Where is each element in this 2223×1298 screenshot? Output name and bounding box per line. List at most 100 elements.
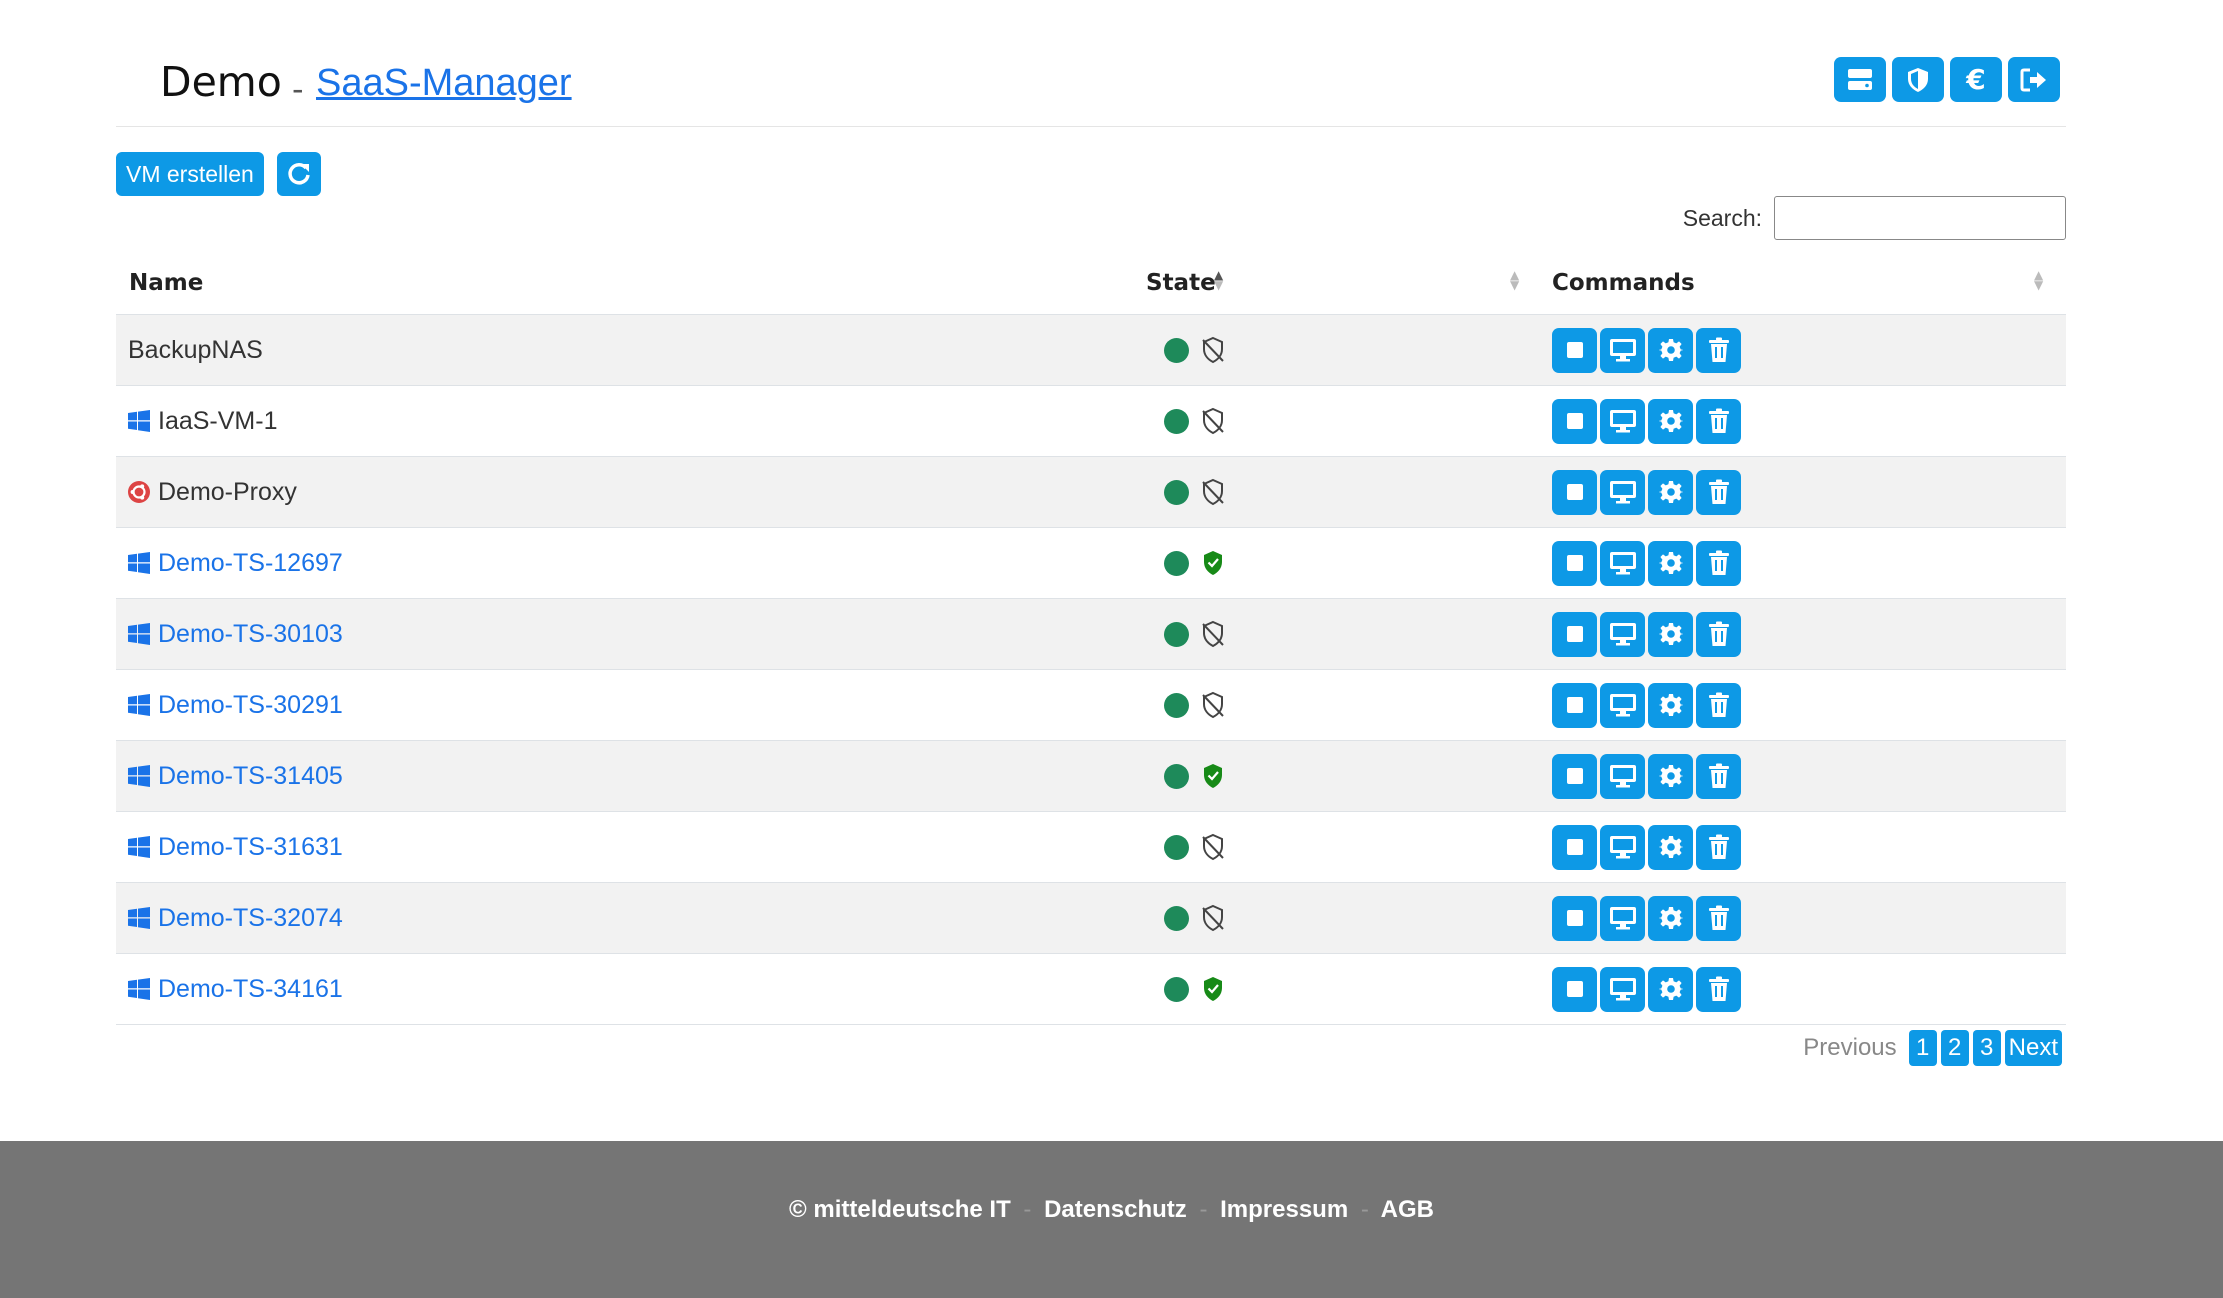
delete-icon [1708,763,1729,788]
column-header-commands[interactable]: Commands [1552,270,1695,296]
vm-settings-button[interactable] [1648,753,1693,799]
delete-vm-button[interactable] [1696,966,1741,1012]
vm-state-cell [1164,386,1225,456]
search-input[interactable] [1774,196,2066,240]
stop-vm-button[interactable] [1552,966,1597,1012]
page-footer: © mitteldeutsche IT - Datenschutz - Impr… [0,1141,2223,1298]
stop-icon [1566,768,1583,784]
vm-settings-button[interactable] [1648,469,1693,515]
vm-settings-button[interactable] [1648,327,1693,373]
delete-vm-button[interactable] [1696,540,1741,586]
console-button[interactable] [1600,753,1645,799]
sort-commands-icon[interactable]: ▲ ▼ [2034,269,2043,291]
vm-state-cell [1164,954,1225,1024]
security-button[interactable] [1892,57,1944,102]
delete-vm-button[interactable] [1696,824,1741,870]
table-row: Demo-TS-30103 [116,599,2066,670]
console-button[interactable] [1600,824,1645,870]
vm-settings-button[interactable] [1648,540,1693,586]
footer-separator: - [1360,1196,1369,1223]
vm-commands [1552,528,1741,598]
table-body: BackupNAS IaaS-VM-1 Demo-Proxy Demo-TS-1269… [116,315,2066,1025]
vm-name-cell: Demo-TS-32074 [128,883,343,953]
logout-button[interactable] [2008,57,2060,102]
settings-icon [1658,765,1683,787]
column-header-state[interactable]: State [1146,270,1216,296]
vm-state-cell [1164,883,1225,953]
console-button[interactable] [1600,327,1645,373]
stop-vm-button[interactable] [1552,398,1597,444]
console-button[interactable] [1600,682,1645,728]
stop-vm-button[interactable] [1552,753,1597,799]
console-button[interactable] [1600,966,1645,1012]
refresh-button[interactable] [276,152,321,196]
vm-settings-button[interactable] [1648,611,1693,657]
delete-vm-button[interactable] [1696,895,1741,941]
vm-name[interactable]: Demo-TS-32074 [158,904,343,933]
create-vm-button[interactable]: VM erstellen [116,152,264,196]
page-1-button[interactable]: 1 [1908,1030,1937,1066]
vm-name-cell: Demo-Proxy [128,457,297,527]
stop-vm-button[interactable] [1552,611,1597,657]
stop-vm-button[interactable] [1552,327,1597,373]
vm-settings-button[interactable] [1648,682,1693,728]
vm-settings-button[interactable] [1648,398,1693,444]
column-header-name[interactable]: Name [129,270,203,296]
euro-icon: € [1966,63,1986,96]
console-icon [1609,623,1636,646]
running-status-dot [1164,337,1189,363]
page-3-button[interactable]: 3 [1972,1030,2001,1066]
billing-button[interactable]: € [1950,57,2002,102]
running-status-dot [1164,763,1189,789]
settings-icon [1658,836,1683,858]
sort-state-icon[interactable]: ▲ ▼ [1510,269,1519,291]
table-search: Search: [1683,196,2066,240]
page-2-button[interactable]: 2 [1940,1030,1969,1066]
delete-vm-button[interactable] [1696,682,1741,728]
vm-name[interactable]: Demo-TS-34161 [158,975,343,1004]
terms-link[interactable]: AGB [1381,1196,1434,1223]
running-status-dot [1164,905,1189,931]
vm-state-cell [1164,670,1225,740]
delete-vm-button[interactable] [1696,753,1741,799]
vm-name[interactable]: Demo-TS-30291 [158,691,343,720]
delete-vm-button[interactable] [1696,398,1741,444]
console-button[interactable] [1600,540,1645,586]
vm-name[interactable]: Demo-TS-31405 [158,762,343,791]
vm-settings-button[interactable] [1648,824,1693,870]
vm-name-cell: IaaS-VM-1 [128,386,277,456]
vm-commands [1552,670,1741,740]
console-button[interactable] [1600,398,1645,444]
next-page-button[interactable]: Next [2004,1030,2062,1066]
vm-name-cell: Demo-TS-30103 [128,599,343,669]
vm-state-cell [1164,812,1225,882]
stop-vm-button[interactable] [1552,895,1597,941]
vm-settings-button[interactable] [1648,966,1693,1012]
previous-page-button[interactable]: Previous [1803,1034,1896,1062]
running-status-dot [1164,621,1189,647]
delete-vm-button[interactable] [1696,611,1741,657]
vm-settings-button[interactable] [1648,895,1693,941]
stop-vm-button[interactable] [1552,682,1597,728]
imprint-link[interactable]: Impressum [1220,1196,1348,1223]
ubuntu-icon [128,481,150,503]
footer-links: © mitteldeutsche IT - Datenschutz - Impr… [0,1196,2223,1224]
saas-manager-link[interactable]: SaaS-Manager [316,62,572,105]
console-button[interactable] [1600,611,1645,657]
vm-name[interactable]: Demo-TS-12697 [158,549,343,578]
privacy-link[interactable]: Datenschutz [1044,1196,1187,1223]
vm-name[interactable]: Demo-TS-30103 [158,620,343,649]
console-button[interactable] [1600,469,1645,515]
stop-vm-button[interactable] [1552,824,1597,870]
shield-unprotected-icon [1202,336,1224,364]
vm-name[interactable]: Demo-TS-31631 [158,833,343,862]
stop-vm-button[interactable] [1552,469,1597,515]
console-button[interactable] [1600,895,1645,941]
delete-vm-button[interactable] [1696,469,1741,515]
search-label: Search: [1682,204,1762,231]
windows-icon [128,694,150,716]
delete-vm-button[interactable] [1696,327,1741,373]
servers-button[interactable] [1834,57,1886,102]
stop-vm-button[interactable] [1552,540,1597,586]
shield-unprotected-icon [1202,691,1224,719]
